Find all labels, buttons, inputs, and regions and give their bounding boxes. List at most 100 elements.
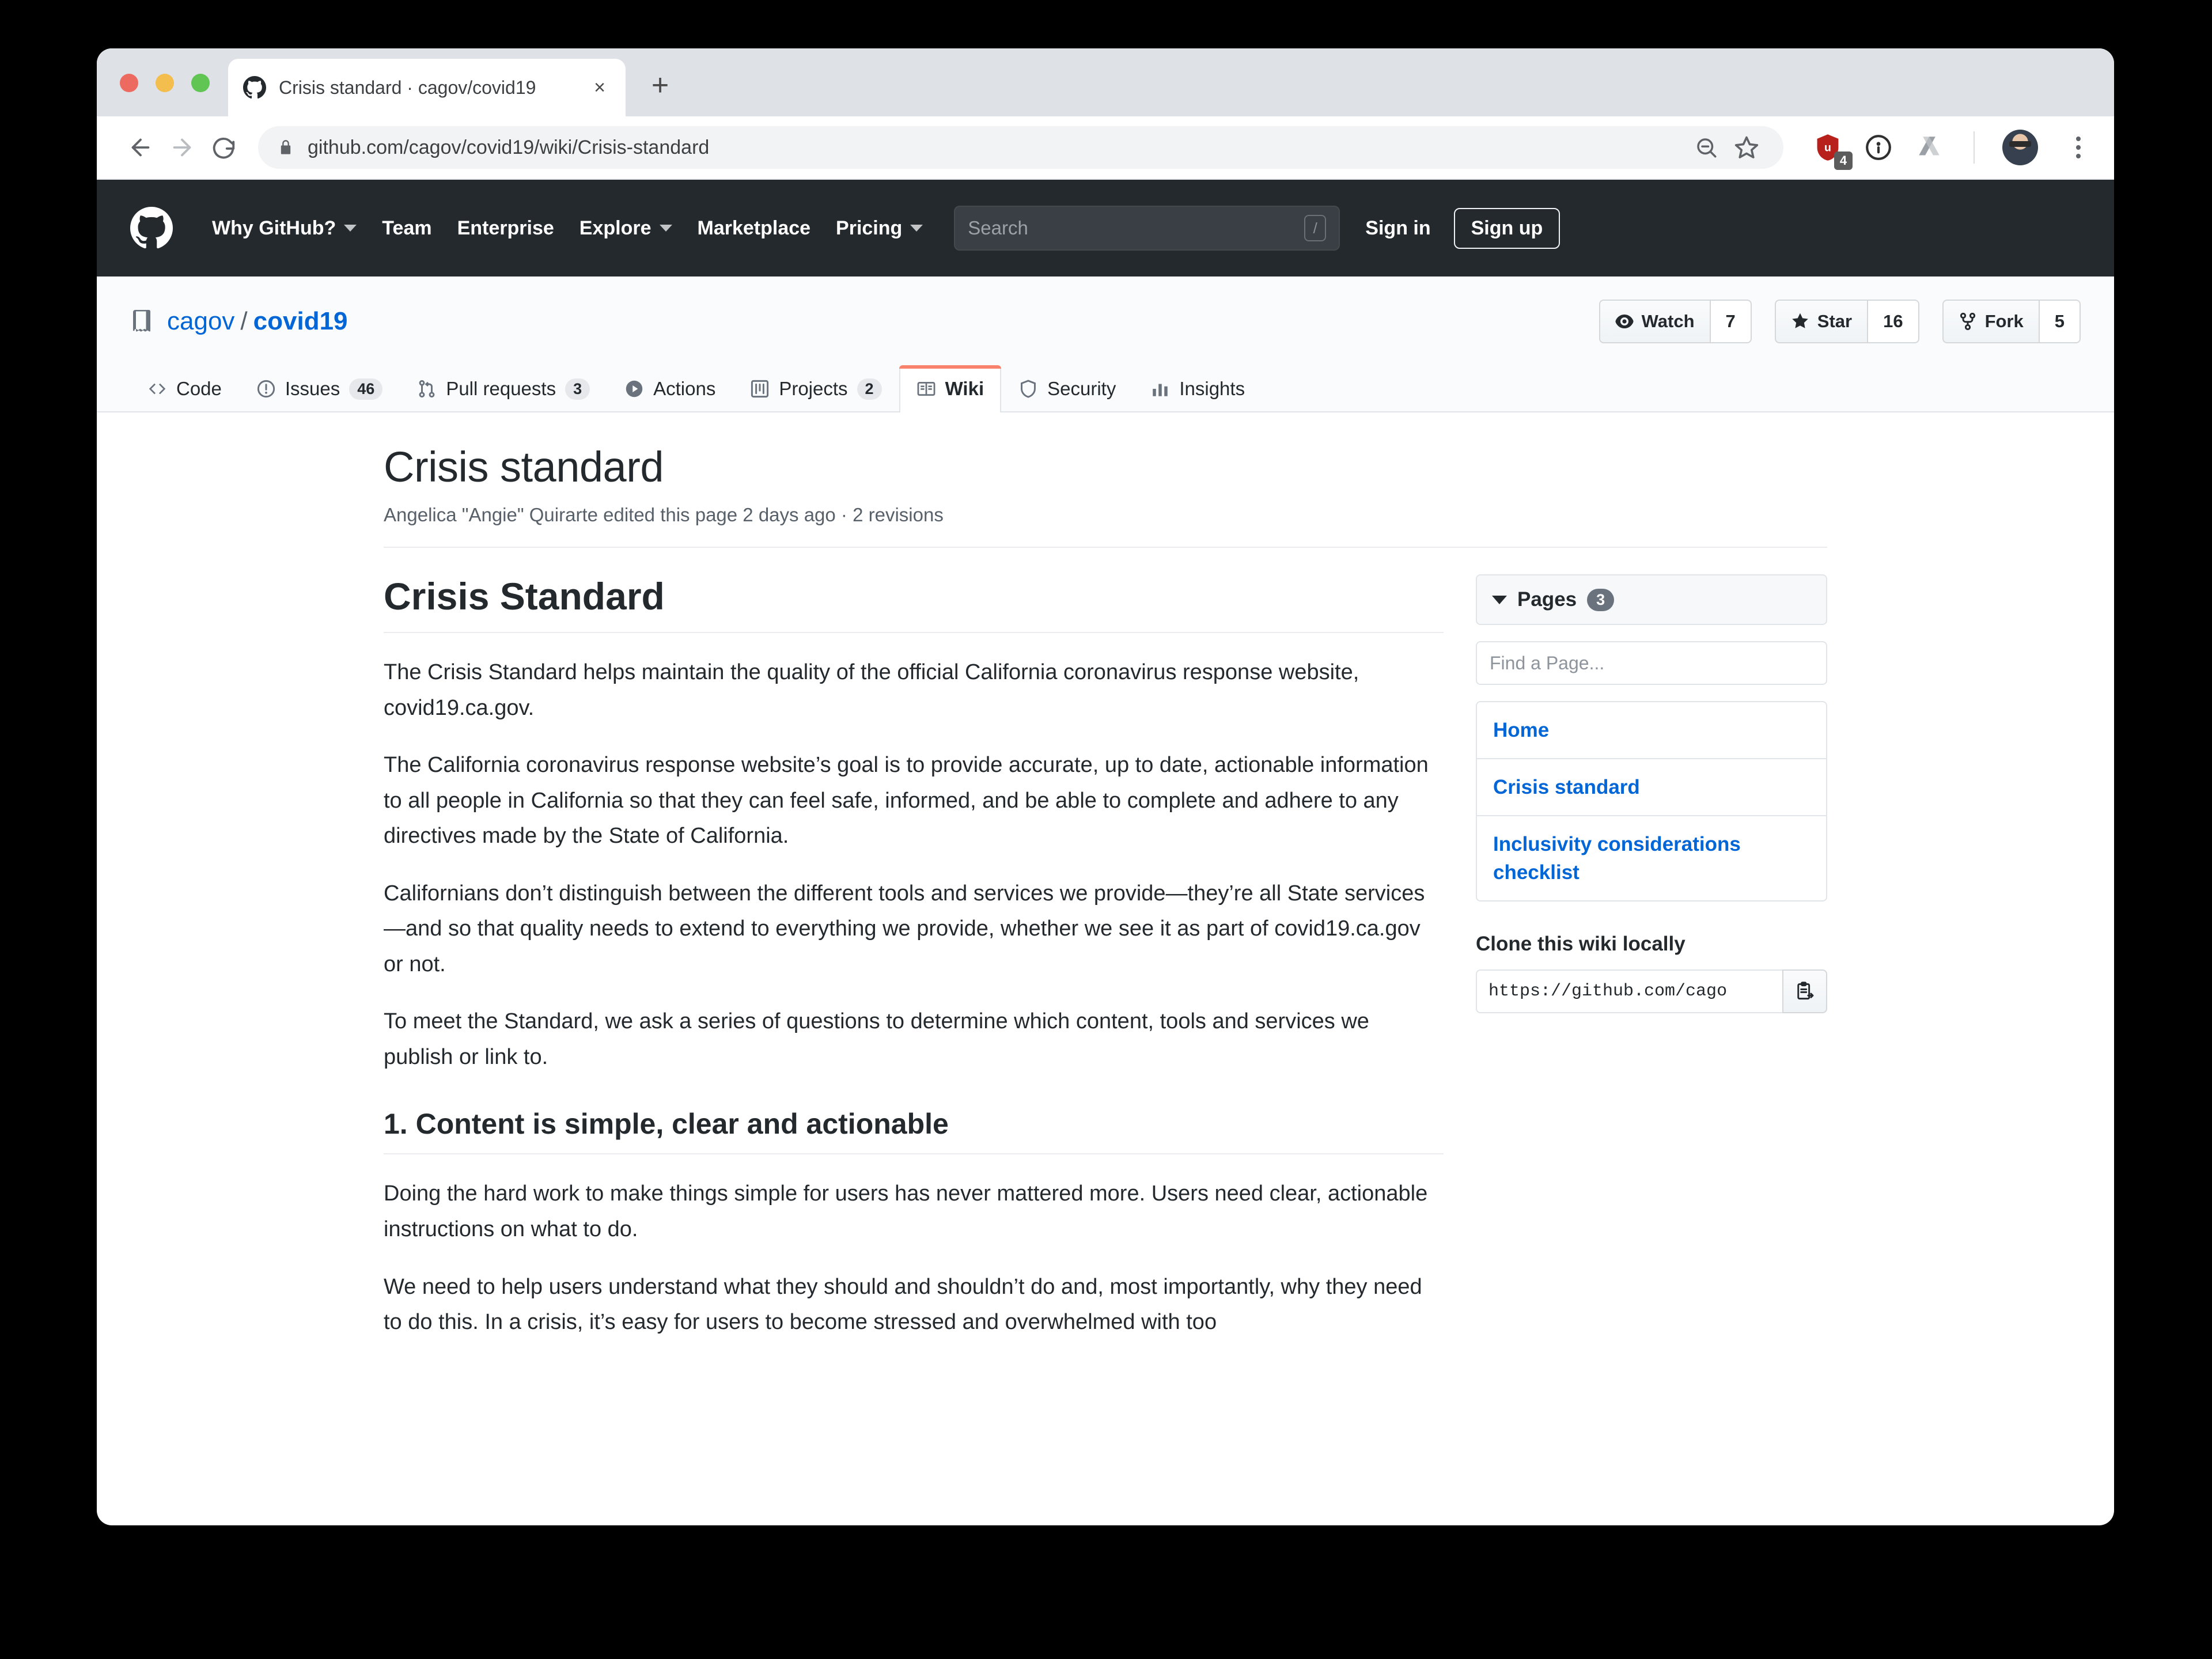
minimize-window-button[interactable]	[156, 74, 174, 92]
clone-url-row	[1476, 969, 1827, 1013]
chevron-down-icon	[659, 225, 672, 232]
repo-owner-link[interactable]: cagov	[167, 307, 234, 335]
nav-label: Pricing	[836, 217, 903, 239]
browser-window: Crisis standard · cagov/covid19 × + gith…	[97, 48, 2114, 1525]
tab-label: Security	[1047, 378, 1116, 399]
reload-button[interactable]	[203, 127, 244, 168]
fork-label: Fork	[1984, 311, 2024, 331]
find-page-input[interactable]	[1476, 641, 1827, 685]
nav-pricing[interactable]: Pricing	[823, 217, 935, 240]
wiki-page-link-crisis-standard[interactable]: Crisis standard	[1477, 759, 1826, 816]
tab-label: Actions	[653, 378, 716, 399]
fork-count[interactable]: 5	[2038, 300, 2081, 343]
tab-insights[interactable]: Insights	[1133, 365, 1262, 411]
graph-icon	[1150, 379, 1170, 399]
watch-count[interactable]: 7	[1709, 300, 1752, 343]
new-tab-button[interactable]: +	[643, 68, 677, 103]
chevron-down-icon	[344, 225, 357, 232]
address-bar[interactable]: github.com/cagov/covid19/wiki/Crisis-sta…	[258, 126, 1783, 169]
tab-projects[interactable]: Projects 2	[733, 365, 899, 411]
watch-button[interactable]: Watch	[1599, 300, 1710, 343]
github-logo-icon[interactable]	[130, 207, 173, 249]
sign-in-link[interactable]: Sign in	[1365, 217, 1430, 240]
wiki-page-link-home[interactable]: Home	[1477, 702, 1826, 759]
wiki-content: Crisis Standard The Crisis Standard help…	[384, 574, 1444, 1340]
tab-wiki[interactable]: Wiki	[899, 365, 1002, 412]
pages-toggle[interactable]: Pages 3	[1476, 574, 1827, 625]
avatar[interactable]	[2002, 130, 2038, 165]
repo-nav-tabs: Code Issues 46 Pull requests 3 Actions P…	[130, 365, 2081, 412]
star-count[interactable]: 16	[1867, 300, 1919, 343]
nav-team[interactable]: Team	[369, 217, 444, 240]
git-pull-request-icon	[417, 379, 437, 399]
github-global-header: Why GitHub? Team Enterprise Explore Mark…	[97, 180, 2114, 276]
nav-label: Explore	[579, 217, 652, 239]
maximize-window-button[interactable]	[191, 74, 210, 92]
project-icon	[750, 379, 770, 399]
eye-icon	[1615, 315, 1634, 328]
nav-explore[interactable]: Explore	[567, 217, 685, 240]
nav-why-github[interactable]: Why GitHub?	[199, 217, 369, 240]
back-button[interactable]	[120, 127, 161, 168]
close-window-button[interactable]	[120, 74, 138, 92]
book-icon	[916, 379, 936, 399]
clone-url-input[interactable]	[1476, 969, 1782, 1013]
star-button[interactable]: Star	[1774, 300, 1868, 343]
tab-issues[interactable]: Issues 46	[239, 365, 400, 411]
nav-marketplace[interactable]: Marketplace	[685, 217, 824, 240]
content-paragraph: To meet the Standard, we ask a series of…	[384, 1009, 1369, 1069]
fork-button[interactable]: Fork	[1942, 300, 2039, 343]
divider	[384, 547, 1827, 548]
wiki-page-header: Crisis standard Angelica "Angie" Quirart…	[130, 442, 2081, 548]
content-paragraph: Doing the hard work to make things simpl…	[384, 1181, 1428, 1242]
wiki-columns: Crisis Standard The Crisis Standard help…	[130, 574, 2081, 1340]
fork-button-group: Fork 5	[1942, 300, 2081, 343]
pages-label: Pages	[1517, 588, 1577, 611]
tab-security[interactable]: Security	[1001, 365, 1133, 411]
nav-label: Why GitHub?	[212, 217, 336, 239]
content-paragraph: We need to help users understand what th…	[384, 1274, 1422, 1335]
tab-code[interactable]: Code	[130, 365, 239, 411]
ublock-badge-count: 4	[1834, 151, 1853, 170]
star-icon	[1791, 313, 1808, 328]
wiki-page-link-inclusivity-checklist[interactable]: Inclusivity considerations checklist	[1477, 816, 1826, 900]
tab-count: 46	[349, 378, 383, 400]
window-controls	[120, 74, 210, 92]
clone-heading: Clone this wiki locally	[1476, 933, 1685, 955]
password-manager-icon[interactable]	[1862, 131, 1895, 164]
wiki-page-list: Home Crisis standard Inclusivity conside…	[1476, 701, 1827, 902]
omnibox-actions	[1689, 130, 1764, 165]
star-label: Star	[1817, 311, 1853, 331]
sign-up-button[interactable]: Sign up	[1453, 207, 1560, 249]
browser-tab[interactable]: Crisis standard · cagov/covid19 ×	[228, 59, 626, 116]
breadcrumb-separator: /	[240, 307, 248, 335]
chevron-down-icon	[910, 225, 923, 232]
tab-label: Pull requests	[446, 378, 556, 399]
search-placeholder: Search	[968, 217, 1028, 238]
ublock-origin-icon[interactable]: u 4	[1811, 131, 1853, 170]
drive-icon[interactable]	[1912, 131, 1946, 164]
bookmark-star-icon[interactable]	[1729, 130, 1764, 165]
svg-text:u: u	[1824, 142, 1831, 154]
url-text: github.com/cagov/covid19/wiki/Crisis-sta…	[308, 136, 710, 158]
nav-enterprise[interactable]: Enterprise	[445, 217, 567, 240]
zoom-out-icon[interactable]	[1689, 130, 1724, 165]
content-paragraph: The California coronavirus response webs…	[384, 753, 1429, 849]
forward-button[interactable]	[161, 127, 203, 168]
browser-toolbar: github.com/cagov/covid19/wiki/Crisis-sta…	[97, 116, 2114, 180]
tab-strip: Crisis standard · cagov/covid19 × +	[97, 48, 2114, 116]
github-icon	[243, 76, 266, 99]
repo-actions: Watch 7 Star 16 Fork 5	[1599, 300, 2081, 343]
global-search-input[interactable]: Search /	[954, 206, 1340, 251]
chrome-menu-icon[interactable]	[2062, 131, 2094, 164]
clipboard-icon[interactable]	[1782, 969, 1827, 1013]
tab-actions[interactable]: Actions	[607, 365, 733, 411]
tab-count: 3	[565, 378, 590, 400]
repo-name-link[interactable]: covid19	[253, 307, 348, 335]
tab-pull-requests[interactable]: Pull requests 3	[400, 365, 607, 411]
extension-icons: u 4	[1811, 130, 2094, 170]
repo-breadcrumb: cagov / covid19	[167, 307, 348, 336]
watch-label: Watch	[1641, 311, 1695, 331]
tab-label: Insights	[1179, 378, 1245, 399]
close-tab-icon[interactable]: ×	[586, 74, 613, 101]
